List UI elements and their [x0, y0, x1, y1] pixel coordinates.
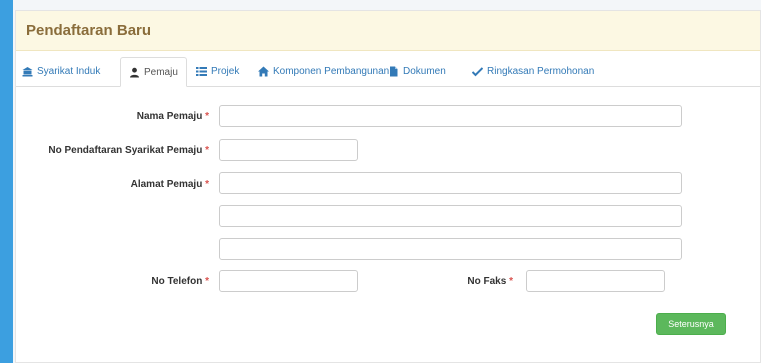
nama-pemaju-input[interactable]	[219, 105, 682, 127]
registration-panel: Pendaftaran Baru Syarikat Induk Pemaju P…	[15, 10, 761, 363]
no-faks-label: No Faks *	[467, 276, 513, 287]
tab-projek[interactable]: Projek	[196, 57, 239, 86]
alamat-pemaju-label: Alamat Pemaju *	[131, 179, 209, 190]
required-mark: *	[509, 276, 513, 287]
label-text: Nama Pemaju	[136, 111, 203, 122]
no-pendaftaran-label: No Pendaftaran Syarikat Pemaju *	[48, 145, 209, 156]
alamat-line3-input[interactable]	[219, 238, 682, 260]
tab-komponen-pembangunan[interactable]: Komponen Pembangunan	[258, 57, 389, 86]
no-telefon-input[interactable]	[219, 270, 358, 292]
label-text: No Faks	[467, 276, 507, 287]
bank-icon	[22, 66, 33, 77]
window-left-border	[0, 0, 13, 363]
alamat-line1-input[interactable]	[219, 172, 682, 194]
nama-pemaju-label: Nama Pemaju *	[137, 111, 209, 122]
tab-label: Dokumen	[403, 66, 446, 77]
label-text: No Telefon	[151, 276, 203, 287]
tab-label: Pemaju	[144, 66, 178, 78]
label-text: Alamat Pemaju	[130, 179, 203, 190]
panel-title: Pendaftaran Baru	[26, 22, 152, 39]
list-icon	[196, 66, 207, 77]
tab-dokumen[interactable]: Dokumen	[388, 57, 446, 86]
window-top-strip	[13, 0, 761, 10]
check-icon	[472, 66, 483, 77]
panel-heading: Pendaftaran Baru	[16, 11, 760, 51]
user-icon	[129, 67, 140, 78]
file-icon	[388, 66, 399, 77]
alamat-line2-input[interactable]	[219, 205, 682, 227]
tab-pemaju[interactable]: Pemaju	[120, 57, 187, 87]
tab-ringkasan-permohonan[interactable]: Ringkasan Permohonan	[472, 57, 594, 86]
required-mark: *	[205, 276, 209, 287]
seterusnya-button[interactable]: Seterusnya	[656, 313, 726, 335]
no-pendaftaran-input[interactable]	[219, 139, 358, 161]
tab-bar: Syarikat Induk Pemaju Projek Komponen Pe…	[16, 57, 760, 87]
required-mark: *	[205, 145, 209, 156]
no-telefon-label: No Telefon *	[151, 276, 209, 287]
label-text: No Pendaftaran Syarikat Pemaju	[48, 145, 203, 156]
tab-label: Projek	[211, 66, 240, 77]
no-faks-input[interactable]	[526, 270, 665, 292]
tab-label: Komponen Pembangunan	[273, 66, 390, 77]
required-mark: *	[205, 111, 209, 122]
tab-syarikat-induk[interactable]: Syarikat Induk	[22, 57, 100, 86]
home-icon	[258, 66, 269, 77]
tab-label: Ringkasan Permohonan	[487, 66, 595, 77]
required-mark: *	[205, 179, 209, 190]
tab-label: Syarikat Induk	[37, 66, 101, 77]
